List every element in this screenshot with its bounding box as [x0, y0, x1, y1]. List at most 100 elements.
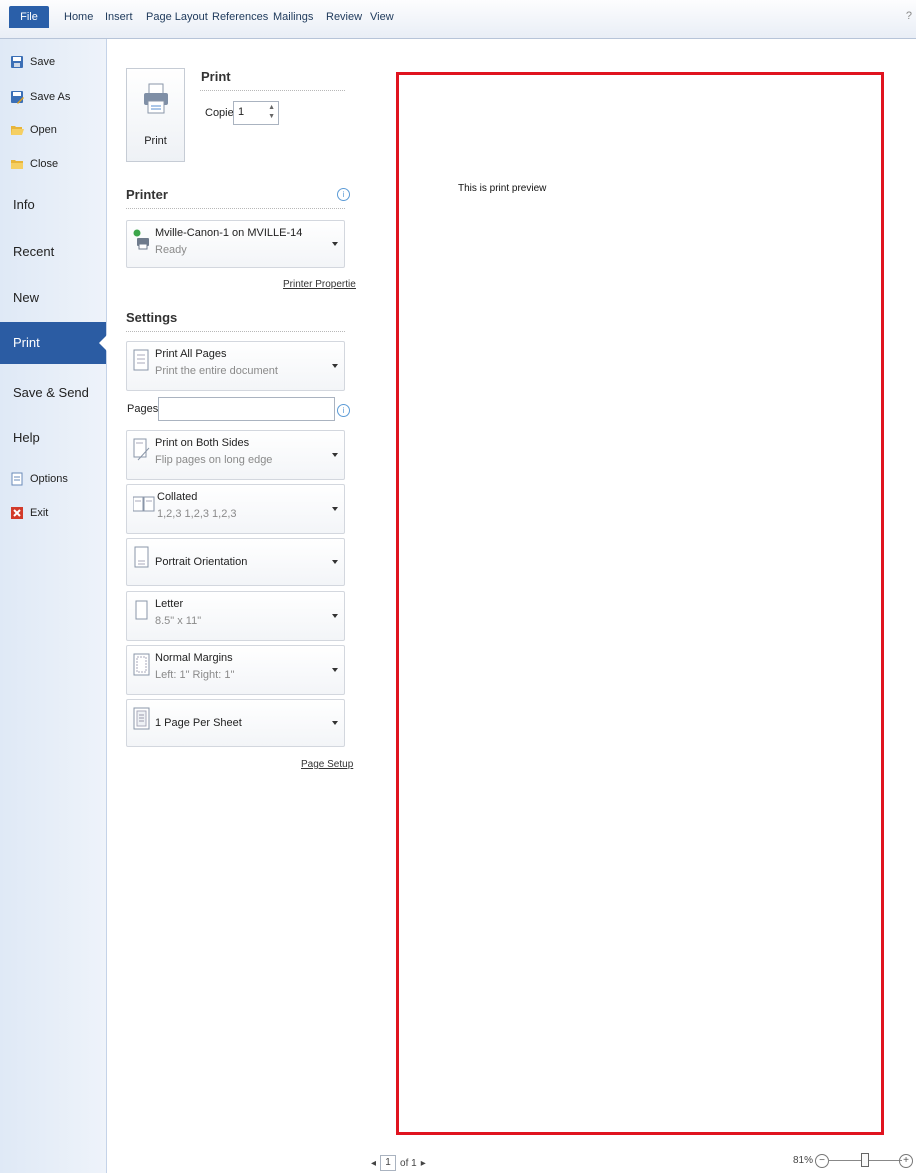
collate-dropdown[interactable]: Collated 1,2,3 1,2,3 1,2,3	[126, 484, 345, 534]
margins-desc: Left: 1" Right: 1"	[155, 669, 235, 681]
collate-desc: 1,2,3 1,2,3 1,2,3	[157, 508, 237, 520]
tab-view[interactable]: View	[370, 11, 394, 23]
backstage-nav: Save Save As Open Close Info Recent New …	[0, 39, 107, 1173]
nav-save-as[interactable]: Save As	[10, 90, 70, 104]
chevron-down-icon	[332, 364, 338, 368]
zoom-in-icon[interactable]: +	[899, 1154, 913, 1168]
nav-help[interactable]: Help	[13, 430, 40, 445]
nav-options[interactable]: Options	[10, 472, 68, 486]
nav-save-as-label: Save As	[30, 91, 71, 103]
chevron-down-icon	[332, 560, 338, 564]
chevron-down-icon	[332, 721, 338, 725]
nav-open[interactable]: Open	[10, 123, 57, 137]
nav-save-label: Save	[30, 56, 56, 68]
printer-name: Mville-Canon-1 on MVILLE-14	[155, 227, 303, 239]
tab-insert[interactable]: Insert	[105, 11, 133, 23]
nav-open-label: Open	[30, 124, 57, 136]
printer-status: Ready	[155, 244, 187, 256]
chevron-down-icon	[332, 242, 338, 246]
folder-close-icon	[11, 160, 23, 169]
margins-icon	[133, 653, 150, 676]
collated-icon	[133, 496, 155, 512]
nav-save-send[interactable]: Save & Send	[13, 385, 89, 400]
nav-print[interactable]: Print	[0, 322, 107, 364]
preview-page	[396, 72, 884, 1135]
copies-value: 1	[238, 106, 245, 118]
page-per-sheet-icon	[133, 707, 150, 730]
print-button[interactable]: Print	[126, 68, 185, 162]
settings-divider	[126, 331, 345, 332]
print-button-label: Print	[144, 135, 167, 147]
previous-page-icon[interactable]: ◂	[371, 1158, 376, 1169]
printer-properties-link[interactable]: Printer Properties	[283, 279, 361, 290]
nav-info[interactable]: Info	[13, 197, 35, 212]
pages-per-sheet-dropdown[interactable]: 1 Page Per Sheet	[126, 699, 345, 747]
tab-home[interactable]: Home	[64, 11, 93, 23]
nav-save[interactable]: Save	[10, 55, 55, 69]
pages-info-icon[interactable]: i	[337, 404, 350, 417]
folder-open-icon	[11, 126, 24, 135]
copies-input[interactable]: 1 ▲ ▼	[233, 101, 279, 125]
paper-size-dropdown[interactable]: Letter 8.5" x 11"	[126, 591, 345, 641]
print-range-desc: Print the entire document	[155, 365, 278, 377]
nav-new[interactable]: New	[13, 290, 39, 305]
preview-page-text: This is print preview	[458, 183, 547, 194]
pages-per-sheet-label: 1 Page Per Sheet	[155, 717, 242, 729]
current-page-input[interactable]: 1	[380, 1155, 397, 1171]
nav-recent[interactable]: Recent	[13, 244, 54, 259]
zoom-slider-thumb[interactable]	[861, 1153, 869, 1167]
paper-size-desc: 8.5" x 11"	[155, 615, 202, 627]
help-icon[interactable]: ?	[906, 10, 912, 22]
nav-exit-label: Exit	[30, 507, 49, 519]
orientation-dropdown[interactable]: Portrait Orientation	[126, 538, 345, 586]
nav-exit[interactable]: Exit	[10, 506, 48, 520]
exit-icon	[11, 507, 23, 519]
info-icon[interactable]: i	[337, 188, 350, 201]
paper-size-icon	[135, 600, 148, 620]
duplex-label: Print on Both Sides	[155, 437, 250, 449]
print-range-dropdown[interactable]: Print All Pages Print the entire documen…	[126, 341, 345, 391]
duplex-desc: Flip pages on long edge	[155, 454, 273, 466]
tab-page-layout[interactable]: Page Layout	[146, 11, 208, 23]
page-count-label: of 1	[400, 1157, 417, 1169]
pages-label: Pages:	[127, 403, 162, 415]
chevron-down-icon	[332, 668, 338, 672]
print-heading-divider	[200, 90, 345, 91]
printer-divider	[126, 208, 345, 209]
next-page-icon[interactable]: ▸	[421, 1158, 426, 1169]
tab-file[interactable]: File	[9, 6, 49, 28]
zoom-out-icon[interactable]: −	[815, 1154, 829, 1168]
print-heading: Print	[201, 69, 231, 84]
pages-input[interactable]	[158, 397, 335, 421]
nav-options-label: Options	[30, 473, 68, 485]
zoom-level[interactable]: 81%	[793, 1155, 813, 1166]
spin-up-icon[interactable]: ▲	[268, 104, 275, 111]
page-navigator: ◂ 1 of 1 ▸	[371, 1155, 426, 1171]
margins-label: Normal Margins	[155, 652, 233, 664]
nav-close[interactable]: Close	[10, 157, 58, 171]
duplex-icon	[133, 438, 150, 461]
orientation-label: Portrait Orientation	[155, 556, 248, 568]
collate-label: Collated	[157, 491, 198, 503]
chevron-down-icon	[332, 453, 338, 457]
save-as-icon	[11, 91, 24, 104]
spin-down-icon[interactable]: ▼	[268, 113, 275, 120]
paper-size-label: Letter	[155, 598, 184, 610]
pages-icon	[133, 349, 149, 371]
portrait-icon	[134, 546, 149, 568]
page-setup-link[interactable]: Page Setup	[301, 759, 353, 770]
tab-review[interactable]: Review	[326, 11, 362, 23]
selected-arrow-icon	[99, 335, 107, 351]
floppy-disk-icon	[11, 56, 23, 68]
printer-dropdown[interactable]: Mville-Canon-1 on MVILLE-14 Ready	[126, 220, 345, 268]
tab-references[interactable]: References	[212, 11, 268, 23]
nav-print-label: Print	[13, 335, 40, 350]
tab-mailings[interactable]: Mailings	[273, 11, 313, 23]
printer-ready-icon	[133, 229, 149, 250]
duplex-dropdown[interactable]: Print on Both Sides Flip pages on long e…	[126, 430, 345, 480]
print-range-label: Print All Pages	[155, 348, 227, 360]
chevron-down-icon	[332, 614, 338, 618]
margins-dropdown[interactable]: Normal Margins Left: 1" Right: 1"	[126, 645, 345, 695]
nav-close-label: Close	[30, 158, 59, 170]
chevron-down-icon	[332, 507, 338, 511]
